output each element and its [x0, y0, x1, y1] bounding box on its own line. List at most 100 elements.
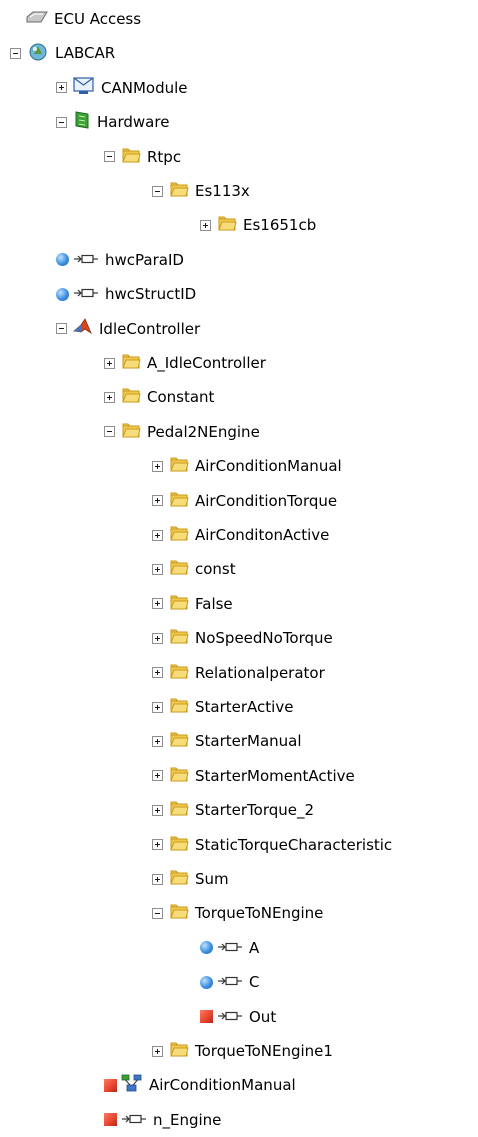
tree-node[interactable]: NoSpeedNoTorque: [152, 621, 333, 655]
folder-icon: [169, 867, 189, 891]
tree-node-label: AirConditionManual: [195, 457, 342, 476]
folder-icon: [169, 1039, 189, 1063]
input-port-icon: [217, 939, 243, 957]
tree-node-label: StarterMomentActive: [195, 766, 355, 785]
expand-plus-icon[interactable]: [152, 839, 163, 851]
tree-node[interactable]: StarterTorque_2: [152, 793, 314, 827]
expand-plus-icon[interactable]: [104, 357, 115, 369]
tree-node-label: LABCAR: [55, 44, 116, 63]
tree-node[interactable]: ECU Access: [10, 2, 141, 36]
tree-node[interactable]: Pedal2NEngine: [104, 415, 260, 449]
collapse-minus-icon[interactable]: [152, 185, 163, 197]
tree-node-label: A_IdleController: [147, 354, 266, 372]
tree-node[interactable]: Constant: [104, 380, 214, 414]
collapse-minus-icon[interactable]: [104, 151, 115, 163]
tree-node[interactable]: hwcParaID: [56, 243, 184, 277]
tree-node-label: Sum: [195, 870, 229, 888]
tree-node[interactable]: C: [200, 965, 259, 999]
tree-node-label: Out: [249, 1007, 277, 1026]
folder-icon: [169, 798, 189, 822]
tree-node[interactable]: AirConditonActive: [152, 518, 329, 552]
tree-node[interactable]: AirConditionManual: [152, 449, 342, 483]
expand-plus-icon[interactable]: [152, 563, 163, 575]
folder-icon: [169, 695, 189, 719]
tree-node[interactable]: Out: [200, 1000, 276, 1034]
collapse-minus-icon[interactable]: [56, 323, 67, 335]
expand-plus-icon[interactable]: [152, 529, 163, 541]
workspace-tree: ECU Access LABCAR CANModule Hardware Rtp…: [0, 0, 478, 1137]
signal-network-icon: [121, 1073, 143, 1097]
tree-node-label: NoSpeedNoTorque: [195, 629, 333, 648]
tree-node[interactable]: TorqueToNEngine: [152, 896, 323, 930]
expand-plus-icon[interactable]: [200, 219, 211, 231]
tree-node[interactable]: StaticTorqueCharacteristic: [152, 828, 392, 862]
folder-icon: [121, 385, 141, 409]
tree-node[interactable]: Relationalperator: [152, 656, 325, 690]
red-square-marker-icon: [104, 1078, 117, 1092]
collapse-minus-icon[interactable]: [152, 907, 163, 919]
tree-node-label: Pedal2NEngine: [147, 422, 260, 441]
expand-plus-icon[interactable]: [152, 735, 163, 747]
red-square-marker-icon: [104, 1113, 117, 1127]
folder-icon: [169, 592, 189, 616]
blue-dot-marker-icon: [200, 975, 213, 989]
folder-icon: [121, 420, 141, 444]
output-port-icon: [121, 1111, 147, 1129]
expand-plus-icon[interactable]: [152, 1045, 163, 1057]
tree-node[interactable]: AirConditionManual: [104, 1068, 296, 1102]
expand-plus-icon[interactable]: [152, 873, 163, 885]
folder-icon: [121, 145, 141, 169]
expand-plus-icon[interactable]: [152, 667, 163, 679]
expand-plus-icon[interactable]: [152, 770, 163, 782]
hardware-board-icon: [73, 110, 91, 134]
tree-node-label: AirConditonActive: [195, 526, 330, 544]
tree-node[interactable]: False: [152, 587, 233, 621]
expand-plus-icon[interactable]: [152, 598, 163, 610]
folder-icon: [169, 523, 189, 547]
expand-plus-icon[interactable]: [104, 391, 115, 403]
collapse-minus-icon[interactable]: [56, 116, 67, 128]
tree-node[interactable]: AirConditionTorque: [152, 484, 337, 518]
expand-plus-icon[interactable]: [152, 804, 163, 816]
tree-node-label: AirConditionTorque: [195, 491, 338, 510]
tree-node[interactable]: Hardware: [56, 105, 169, 139]
tree-node[interactable]: const: [152, 552, 236, 586]
folder-icon: [169, 179, 189, 203]
input-port-icon: [73, 251, 99, 269]
tree-node[interactable]: A_IdleController: [104, 346, 266, 380]
tree-node[interactable]: TorqueToNEngine1: [152, 1034, 333, 1068]
expand-plus-icon[interactable]: [152, 701, 163, 713]
tree-node[interactable]: Es113x: [152, 174, 250, 208]
tree-node[interactable]: n_Engine: [104, 1103, 221, 1137]
tree-node[interactable]: Sum: [152, 862, 229, 896]
folder-icon: [169, 833, 189, 857]
tree-node[interactable]: StarterActive: [152, 690, 293, 724]
tree-node[interactable]: Rtpc: [104, 140, 181, 174]
tree-node[interactable]: CANModule: [56, 71, 188, 105]
collapse-minus-icon[interactable]: [10, 47, 21, 59]
tree-node-label: ECU Access: [54, 10, 142, 28]
ecu-access-icon: [26, 10, 48, 28]
tree-node[interactable]: StarterManual: [152, 724, 302, 758]
expand-plus-icon[interactable]: [152, 460, 163, 472]
folder-icon: [169, 626, 189, 650]
tree-node-label: StarterManual: [195, 732, 302, 751]
folder-icon: [121, 351, 141, 375]
expand-plus-icon[interactable]: [152, 632, 163, 644]
tree-node-label: TorqueToNEngine: [195, 904, 324, 923]
output-port-icon: [217, 1008, 243, 1026]
collapse-minus-icon[interactable]: [104, 426, 115, 438]
tree-node-label: StarterActive: [195, 698, 294, 716]
expand-plus-icon[interactable]: [56, 82, 67, 94]
tree-node-label: CANModule: [101, 78, 188, 97]
tree-node[interactable]: Es1651cb: [200, 208, 316, 242]
tree-node[interactable]: A: [200, 931, 259, 965]
folder-icon: [169, 661, 189, 685]
expand-plus-icon[interactable]: [152, 495, 163, 507]
tree-node-label: TorqueToNEngine1: [195, 1042, 333, 1060]
tree-node[interactable]: IdleController: [56, 312, 200, 346]
tree-node[interactable]: LABCAR: [10, 36, 115, 70]
labcar-icon: [27, 40, 49, 66]
tree-node[interactable]: StarterMomentActive: [152, 759, 355, 793]
tree-node[interactable]: hwcStructID: [56, 277, 196, 311]
